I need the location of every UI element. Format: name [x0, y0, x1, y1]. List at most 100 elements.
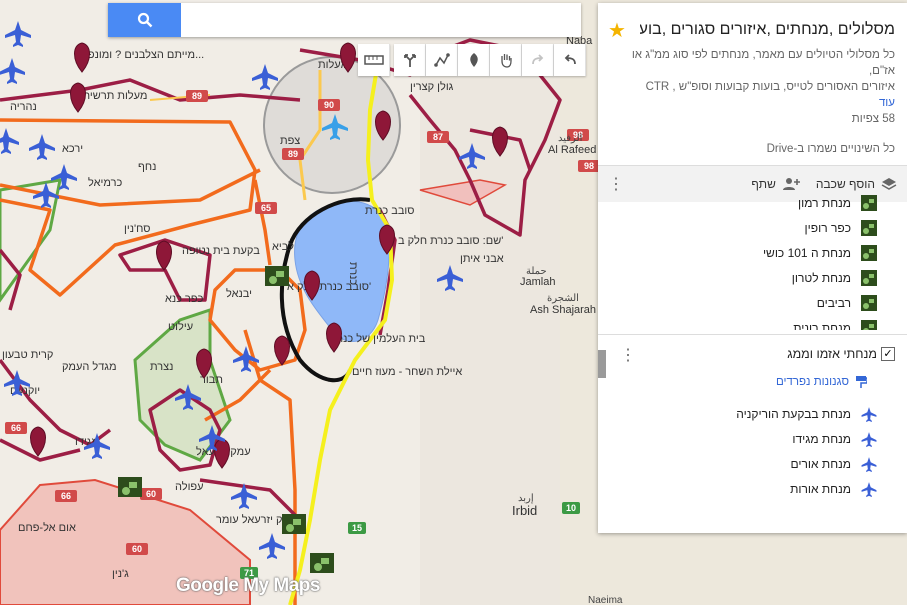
saved-notice: כל השינויים נשמרו ב-Drive — [766, 143, 895, 155]
tractor-icon — [861, 269, 877, 286]
tractor-icon — [861, 294, 877, 311]
more-vert-icon[interactable]: ⋮ — [620, 345, 636, 365]
star-icon[interactable]: ★ — [608, 18, 626, 43]
hand-icon — [500, 54, 512, 68]
list-item[interactable]: מנחת ה 101 כושי — [598, 240, 907, 265]
label-rafeed: Al Rafeed — [548, 144, 596, 156]
undo-icon — [564, 54, 576, 65]
label-afula: עפולה — [175, 480, 204, 493]
list-item[interactable]: מנחת לטרון — [598, 265, 907, 290]
search-button[interactable] — [108, 3, 181, 37]
list-item-label: רביבים — [816, 295, 851, 310]
list-item-label: מנחת מגידו — [792, 431, 851, 446]
label-nahf: נחף — [138, 161, 156, 173]
svg-text:60: 60 — [132, 544, 142, 554]
add-layer-label: הוסף שכבה — [815, 177, 875, 191]
list-item-label: מנחת בבקעת הוריקניה — [736, 406, 851, 421]
description-line-2: איזורים האסורים לטייס, בועות קבועות וסופ… — [645, 81, 895, 93]
svg-text:89: 89 — [288, 149, 298, 159]
airplane-icon — [861, 406, 877, 422]
list-item-label: כפר רופין — [804, 220, 851, 235]
list-item-label: מנחת אורים — [790, 456, 851, 471]
description-line-1: כל מסלולי הטיולים עם מאמר, מנחתים לפי סו… — [631, 49, 895, 77]
label-jamlah: Jamlah — [520, 276, 555, 288]
share-label: שתף — [751, 177, 776, 191]
label-nazareth: נצרת — [150, 361, 173, 373]
tractor-icon[interactable] — [310, 553, 334, 573]
svg-text:98: 98 — [584, 161, 594, 171]
layer-title[interactable]: מנחתי אזמו וממג — [787, 347, 877, 361]
label-kinneret: סובב כנרת — [365, 205, 415, 217]
label-golan: גולן קצרין — [410, 80, 454, 93]
list-item-label: מנחת ה 101 כושי — [762, 245, 851, 260]
label-ash: Ash Shajarah — [530, 304, 596, 316]
label-kiryat: קרית טבעון — [2, 349, 53, 361]
label-hamla: حملة — [526, 266, 547, 277]
list-item[interactable]: מנחת רונית — [598, 315, 907, 330]
tractor-icon[interactable] — [265, 266, 289, 286]
layer-1-list: מנחת רמון כפר רופין מנחת ה 101 כושי מנחת… — [598, 190, 907, 330]
list-item[interactable]: מנחת בבקעת הוריקניה — [598, 401, 907, 426]
list-item[interactable]: רביבים — [598, 290, 907, 315]
tractor-icon[interactable] — [118, 477, 142, 497]
list-item-label: מנחת רמון — [798, 195, 851, 210]
search-input[interactable] — [183, 3, 578, 37]
redo-button[interactable] — [522, 44, 554, 76]
draw-line-button[interactable] — [426, 44, 458, 76]
directions-button[interactable] — [394, 44, 426, 76]
list-item[interactable]: כפר רופין — [598, 215, 907, 240]
airplane-icon — [861, 481, 877, 497]
list-item[interactable]: מנחת אורים — [598, 451, 907, 476]
label-beit: בית העלמין של כנרת — [330, 332, 426, 345]
svg-text:15: 15 — [352, 523, 362, 533]
more-link[interactable]: עוד — [610, 97, 895, 109]
add-person-icon — [782, 178, 800, 190]
marker-icon — [469, 53, 478, 67]
redo-icon — [531, 54, 543, 65]
label-irbid-ar: إربد — [518, 493, 534, 504]
style-link[interactable]: סגנונות נפרדים — [598, 369, 907, 393]
map-title[interactable]: מסלולים ,מנחתים ,איזורים סגורים ,בועו... — [640, 21, 895, 39]
undo-button[interactable] — [554, 44, 586, 76]
tractor-icon — [861, 219, 877, 236]
svg-text:65: 65 — [261, 203, 271, 213]
layer-visibility-checkbox[interactable]: ✓ — [881, 347, 895, 361]
label-umm: אום אל-פחם — [18, 521, 76, 534]
map-description: כל מסלולי הטיולים עם מאמר, מנחתים לפי סו… — [610, 47, 895, 95]
ruler-icon — [363, 55, 384, 65]
directions-icon — [403, 54, 416, 67]
line-icon — [433, 53, 450, 67]
label-avnei: אבני איתן — [460, 253, 504, 265]
pan-button[interactable] — [490, 44, 522, 76]
layer-2-header: ✓ מנחתי אזמו וממג ⋮ — [598, 334, 907, 369]
share-button[interactable]: שתף — [751, 177, 800, 191]
tractor-icon[interactable] — [282, 514, 306, 534]
label-naim: Naeima — [588, 595, 623, 605]
panel-collapse-handle[interactable] — [598, 350, 606, 378]
add-marker-button[interactable] — [458, 44, 490, 76]
add-layer-button[interactable]: הוסף שכבה — [816, 177, 897, 191]
svg-text:66: 66 — [11, 423, 21, 433]
label-maalot: מעלות תרשיחא — [76, 89, 147, 102]
svg-text:90: 90 — [324, 100, 334, 110]
airplane-icon — [861, 431, 877, 447]
tractor-icon — [861, 319, 877, 330]
list-item[interactable]: מנחת אורות — [598, 476, 907, 501]
list-item-label: מנחת אורות — [790, 481, 851, 496]
paint-roller-icon — [856, 376, 867, 388]
label-lavi2: יבנאל — [226, 287, 252, 300]
map-toolbar — [358, 44, 586, 76]
tractor-icon — [861, 194, 877, 211]
list-item[interactable]: מנחת מגידו — [598, 426, 907, 451]
label-carmiel: כרמיאל — [88, 176, 122, 189]
label-ilut: עילוט — [168, 320, 193, 333]
label-kinneret2: שם: סובב כנרת חלק ב' — [398, 234, 503, 247]
label-ayelet: איילת השחר - מעוז חיים — [352, 365, 462, 378]
views-count: 58 צפיות — [851, 113, 895, 125]
label-rafeed-ar: الرفيد — [558, 133, 582, 144]
svg-text:66: 66 — [61, 491, 71, 501]
label-lavi: לביא — [272, 240, 294, 253]
list-item[interactable]: מנחת רמון — [598, 190, 907, 215]
label-jenin: ג'נין — [112, 568, 129, 580]
measure-button[interactable] — [358, 44, 390, 76]
